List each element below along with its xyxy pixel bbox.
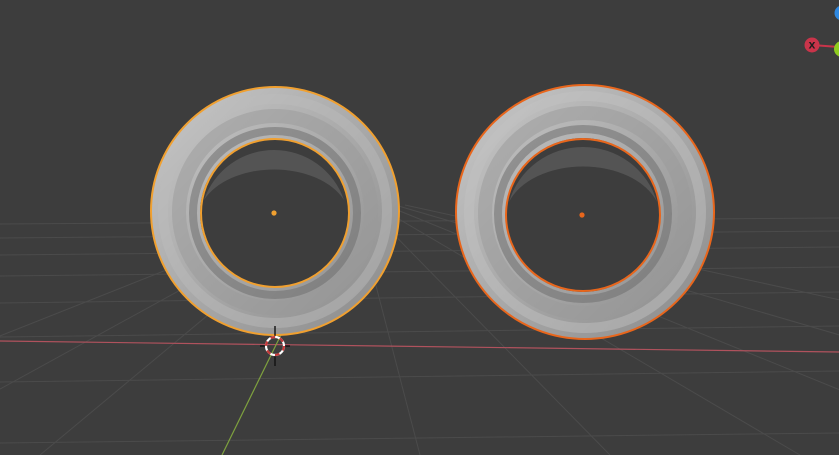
gizmo-z-axis-button[interactable] <box>834 6 839 21</box>
object-origin-dot <box>271 210 277 216</box>
grid-line <box>0 432 839 444</box>
viewport-scene[interactable]: X <box>0 0 839 455</box>
torus-object-selected[interactable] <box>455 84 715 340</box>
gizmo-x-label: X <box>809 41 816 51</box>
grid-line <box>0 291 839 304</box>
object-origin-dot <box>579 212 585 218</box>
grid-line <box>0 246 839 256</box>
floor-grid <box>0 204 839 455</box>
3d-viewport[interactable]: X <box>0 0 839 455</box>
grid-line <box>0 325 839 338</box>
grid-line <box>0 266 839 277</box>
grid-line <box>0 370 839 383</box>
gizmo-y-axis-button[interactable] <box>834 41 839 57</box>
navigation-gizmo[interactable]: X <box>804 6 839 58</box>
x-axis-line <box>0 340 839 353</box>
torus-object-active[interactable] <box>150 86 400 336</box>
